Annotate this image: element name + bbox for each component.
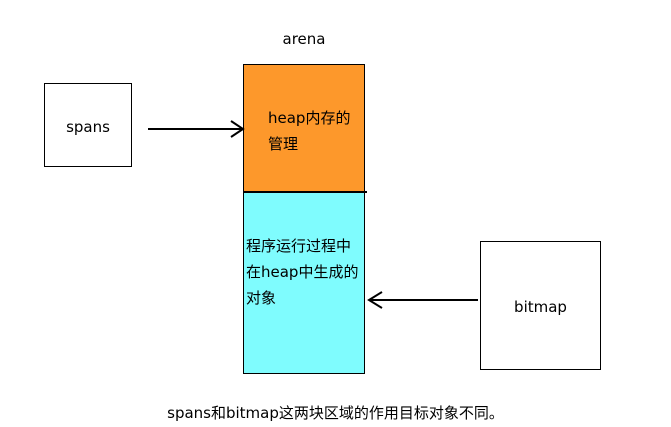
bitmap-to-arena-arrow — [367, 291, 478, 309]
caption: spans和bitmap这两块区域的作用目标对象不同。 — [167, 404, 504, 422]
spans-to-arena-arrow — [148, 120, 245, 138]
arrows-layer — [148, 120, 478, 309]
